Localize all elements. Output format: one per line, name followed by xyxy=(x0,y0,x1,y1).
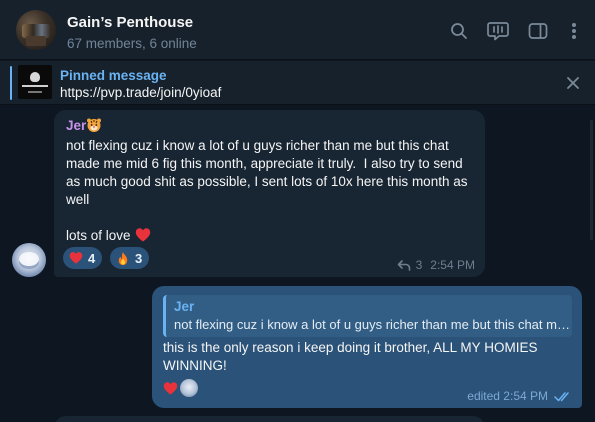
reaction-heart[interactable]: 4 xyxy=(63,247,103,269)
voice-chat-icon[interactable] xyxy=(487,20,509,42)
red-heart-icon xyxy=(163,381,178,395)
message-time: 2:54 PM xyxy=(430,258,475,272)
message-time: edited 2:54 PM xyxy=(467,389,548,403)
reply-arrow-icon[interactable] xyxy=(397,259,411,271)
close-icon[interactable] xyxy=(564,74,582,92)
pinned-indicator-line xyxy=(10,66,12,100)
chat-title[interactable]: Gain’s Penthouse xyxy=(67,14,193,31)
message-body: not flexing cuz i know a lot of u guys r… xyxy=(66,138,468,243)
tiger-face-icon xyxy=(86,117,102,133)
outgoing-message[interactable]: Jer not flexing cuz i know a lot of u gu… xyxy=(152,286,582,408)
chat-header[interactable]: Gain’s Penthouse 67 members, 6 online xyxy=(0,0,595,60)
chat-avatar[interactable] xyxy=(16,10,56,50)
message-text: this is the only reason i keep doing it … xyxy=(163,340,538,373)
read-double-check-icon xyxy=(554,391,569,401)
reaction-heart[interactable] xyxy=(163,378,198,398)
message-meta: edited 2:54 PM xyxy=(467,389,572,403)
red-heart-icon xyxy=(69,252,83,264)
pinned-message-bar[interactable]: Pinned message https://pvp.trade/join/0y… xyxy=(0,61,595,105)
reaction-fire[interactable]: 3 xyxy=(110,247,150,269)
pinned-thumbnail xyxy=(18,65,52,99)
reaction-count: 3 xyxy=(135,250,143,266)
scrollbar[interactable] xyxy=(590,120,593,240)
sender-avatar[interactable] xyxy=(12,243,46,277)
fire-icon xyxy=(118,251,128,265)
sidebar-toggle-icon[interactable] xyxy=(527,20,549,42)
incoming-message[interactable]: Jer not flexing cuz i know a lot of u gu… xyxy=(54,110,485,277)
message-text: not flexing cuz i know a lot of u guys r… xyxy=(66,137,478,245)
reactor-avatar xyxy=(180,379,198,397)
next-message-partial[interactable] xyxy=(54,416,485,422)
message-meta: 3 2:54 PM xyxy=(397,258,475,272)
chat-member-count: 67 members, 6 online xyxy=(67,36,197,51)
sender-name[interactable]: Jer xyxy=(66,118,86,133)
red-heart-icon xyxy=(135,227,151,243)
pinned-title: Pinned message xyxy=(60,68,167,83)
search-icon[interactable] xyxy=(448,20,470,42)
reaction-count: 4 xyxy=(88,250,96,266)
pinned-link[interactable]: https://pvp.trade/join/0yioaf xyxy=(60,85,221,100)
reply-quote[interactable]: Jer not flexing cuz i know a lot of u gu… xyxy=(163,295,572,337)
reply-sender-name: Jer xyxy=(174,299,195,314)
reply-count[interactable]: 3 xyxy=(416,258,423,272)
more-vertical-icon[interactable] xyxy=(563,20,585,42)
reply-snippet: not flexing cuz i know a lot of u guys r… xyxy=(174,317,570,332)
